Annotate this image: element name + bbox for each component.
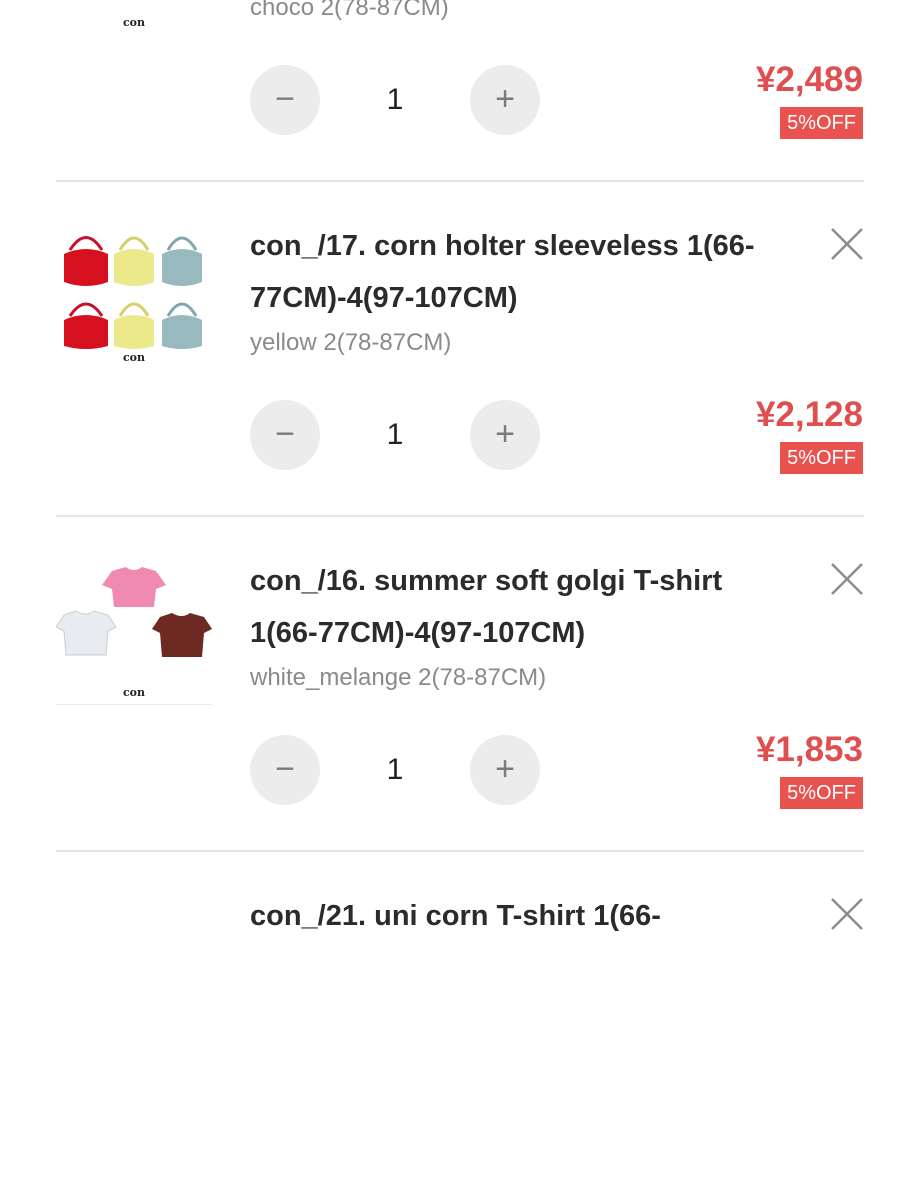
- product-thumbnail[interactable]: con: [56, 555, 212, 705]
- product-title[interactable]: con_/21. uni corn T-shirt 1(66-: [250, 890, 810, 942]
- remove-item-button[interactable]: [827, 224, 867, 264]
- quantity-increase-button[interactable]: +: [470, 735, 540, 805]
- item-price: ¥2,489: [755, 60, 863, 99]
- item-price: ¥1,853: [755, 730, 863, 769]
- quantity-decrease-button[interactable]: −: [250, 400, 320, 470]
- quantity-value: 1: [386, 753, 404, 786]
- minus-icon: −: [275, 415, 295, 453]
- item-divider: [56, 850, 864, 852]
- minus-icon: −: [275, 750, 295, 788]
- product-title[interactable]: con_/17. corn holter sleeveless 1(66- 77…: [250, 220, 810, 324]
- quantity-decrease-button[interactable]: −: [250, 65, 320, 135]
- thumbnail-divider: [56, 704, 212, 705]
- remove-item-button[interactable]: [827, 559, 867, 599]
- cart-item: con_/21. uni corn T-shirt 1(66-: [0, 850, 920, 1185]
- discount-badge: 5%OFF: [780, 442, 863, 474]
- discount-badge: 5%OFF: [780, 107, 863, 139]
- product-variant: white_melange 2(78-87CM): [250, 664, 547, 691]
- cart-item: con choco 2(78-87CM) − 1 + ¥2,489 5%OFF: [0, 0, 920, 180]
- product-title[interactable]: con_/16. summer soft golgi T-shirt 1(66-…: [250, 555, 810, 659]
- item-divider: [56, 515, 864, 517]
- item-divider: [56, 180, 864, 182]
- tshirt-product-image: [56, 567, 212, 657]
- cart-item: con con_/17. corn holter sleeveless 1(66…: [0, 180, 920, 515]
- quantity-increase-button[interactable]: +: [470, 65, 540, 135]
- product-thumbnail[interactable]: con: [56, 0, 212, 35]
- plus-icon: +: [495, 750, 515, 788]
- minus-icon: −: [275, 80, 295, 118]
- plus-icon: +: [495, 80, 515, 118]
- quantity-value: 1: [386, 418, 404, 451]
- holter-sleeveless-image: [64, 236, 202, 349]
- product-variant: choco 2(78-87CM): [250, 0, 449, 21]
- product-thumbnail[interactable]: con: [56, 220, 212, 370]
- remove-item-button[interactable]: [827, 894, 867, 934]
- close-icon: [831, 563, 863, 595]
- close-icon: [831, 898, 863, 930]
- discount-badge: 5%OFF: [780, 777, 863, 809]
- cart-item: con con_/16. summer soft golgi T-shirt 1…: [0, 515, 920, 850]
- thumbnail-brand-mark: con: [122, 686, 146, 699]
- close-icon: [831, 228, 863, 260]
- plus-icon: +: [495, 415, 515, 453]
- item-price: ¥2,128: [755, 395, 863, 434]
- thumbnail-brand-mark: con: [122, 351, 146, 364]
- quantity-decrease-button[interactable]: −: [250, 735, 320, 805]
- quantity-increase-button[interactable]: +: [470, 400, 540, 470]
- product-variant: yellow 2(78-87CM): [250, 329, 452, 356]
- thumbnail-brand-mark: con: [122, 16, 146, 29]
- quantity-value: 1: [386, 83, 404, 116]
